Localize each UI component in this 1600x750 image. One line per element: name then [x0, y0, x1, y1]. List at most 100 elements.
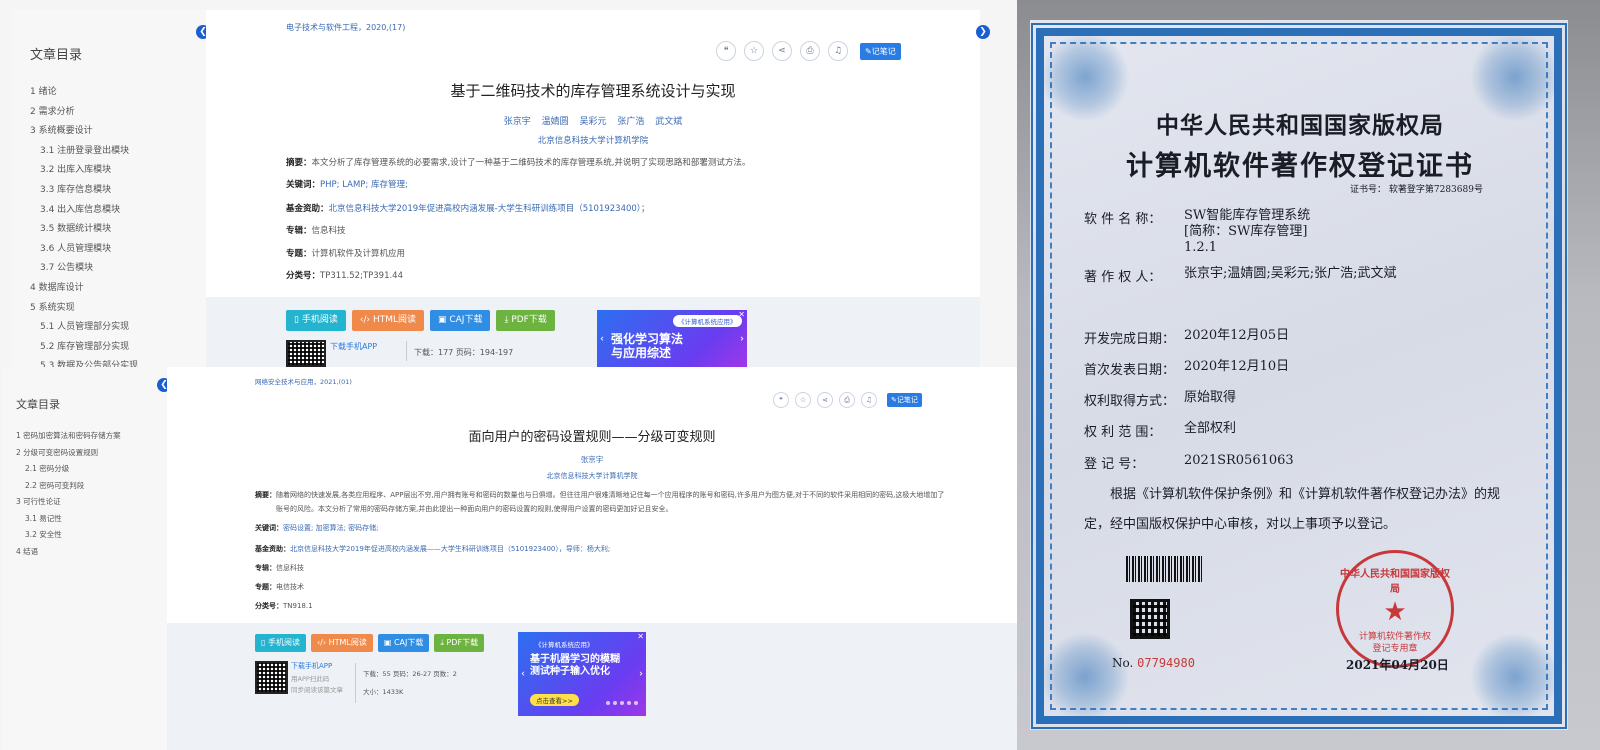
- toc-item[interactable]: 2 分级可变密码设置规则: [16, 445, 121, 462]
- toc-item[interactable]: 3 系统概要设计: [30, 122, 138, 142]
- download-app-link[interactable]: 下载手机APP: [330, 341, 377, 352]
- serial-value: 07794980: [1137, 656, 1195, 670]
- caj-download-button[interactable]: ▣ CAJ下载: [429, 310, 491, 331]
- bell-icon[interactable]: ♫: [861, 392, 877, 408]
- author-list[interactable]: 张京宇: [167, 454, 1017, 465]
- share-icon[interactable]: ⋖: [817, 392, 833, 408]
- fund-label: 基金资助：: [255, 545, 290, 553]
- ad-carousel-dots[interactable]: [606, 701, 638, 705]
- toc-item[interactable]: 3.2 安全性: [16, 527, 121, 544]
- toc-item[interactable]: 3.5 数据统计模块: [30, 220, 138, 240]
- mobile-read-button[interactable]: ▯ 手机阅读: [286, 310, 346, 331]
- topic-row: 专题： 电信技术: [255, 580, 304, 594]
- toc-item[interactable]: 3.6 人员管理模块: [30, 240, 138, 260]
- star-icon[interactable]: ☆: [744, 41, 764, 61]
- html-read-label: HTML阅读: [372, 315, 416, 325]
- ad-view-button[interactable]: 点击查看>>: [530, 694, 579, 706]
- share-icon[interactable]: ⋖: [772, 41, 792, 61]
- toc-item[interactable]: 4 数据库设计: [30, 279, 138, 299]
- keywords-value[interactable]: 密码设置; 加密算法; 密码存储;: [283, 521, 379, 535]
- toc-item[interactable]: 2.2 密码可变判段: [16, 478, 121, 495]
- toc-item[interactable]: 1 密码加密算法和密码存储方案: [16, 428, 121, 445]
- toc-item[interactable]: 3 可行性论证: [16, 494, 121, 511]
- series-value: 信息科技: [276, 564, 304, 572]
- pdf-download-button[interactable]: ⤓ PDF下载: [496, 310, 555, 331]
- take-note-button[interactable]: ✎记笔记: [860, 42, 901, 60]
- download-app-link[interactable]: 下载手机APP: [291, 661, 332, 671]
- article-title: 基于二维码技术的库存管理系统设计与实现: [450, 82, 736, 100]
- affiliation[interactable]: 北京信息科技大学计算机学院: [167, 471, 1017, 481]
- download-area: ▯ 手机阅读 ‹/› HTML阅读 ▣ CAJ下载 ⤓ PDF下载 下载手机AP…: [206, 297, 980, 367]
- toc-item[interactable]: 3.2 出库入库模块: [30, 161, 138, 181]
- toc-item[interactable]: 3.7 公告模块: [30, 259, 138, 279]
- topic-value: 计算机软件及计算机应用: [311, 249, 406, 259]
- toc-item[interactable]: 3.4 出入库信息模块: [30, 201, 138, 221]
- bell-icon[interactable]: ♫: [828, 41, 848, 61]
- keywords-row: 关键词： PHP; LAMP; 库存管理;: [286, 178, 408, 192]
- download-stats-line: 下载：55 页码：26-27 页数：2: [363, 670, 457, 678]
- series-row: 专辑： 信息科技: [255, 561, 304, 575]
- star-icon[interactable]: ☆: [795, 392, 811, 408]
- author-list[interactable]: 张京宇 温婧圆 吴彩元 张广浩 武文斌: [206, 114, 980, 127]
- article-toolbar: ❝ ☆ ⋖ ⎙ ♫ ✎记笔记: [716, 41, 901, 61]
- toc-item[interactable]: 2.1 密码分级: [16, 461, 121, 478]
- stats-divider: [355, 663, 356, 703]
- topic-label: 专题：: [286, 249, 312, 259]
- toc-item[interactable]: 4 结语: [16, 544, 121, 561]
- series-label: 专辑：: [286, 226, 312, 236]
- toc-item[interactable]: 3.3 库存信息模块: [30, 181, 138, 201]
- abstract-label: 摘要：: [286, 158, 312, 168]
- abstract-row: 摘要： 随着网络的快速发展,各类应用程序、APP层出不穷,用户拥有账号和密码的数…: [255, 488, 946, 516]
- keywords-value[interactable]: PHP; LAMP; 库存管理;: [320, 178, 408, 192]
- pdf-download-button[interactable]: ⤓ PDF下载: [434, 634, 485, 652]
- toc-item[interactable]: 5.3 数据及公告部分实现: [30, 357, 138, 367]
- toc-item[interactable]: 1 绪论: [30, 83, 138, 103]
- certificate-qr-code: [1130, 599, 1170, 639]
- toc-item[interactable]: 5 系统实现: [30, 299, 138, 319]
- seal-star-icon: ★: [1383, 597, 1407, 627]
- app-scan-hint: 用APP扫此码 同步阅读该篇文章: [291, 675, 343, 694]
- toc-item[interactable]: 5.2 库存管理部分实现: [30, 338, 138, 358]
- issuing-authority: 中华人民共和国国家版权局: [1156, 112, 1444, 139]
- mobile-read-button[interactable]: ▯ 手机阅读: [255, 634, 306, 652]
- html-read-button[interactable]: ‹/› HTML阅读: [310, 634, 373, 652]
- quote-icon[interactable]: ❝: [716, 41, 736, 61]
- affiliation[interactable]: 北京信息科技大学计算机学院: [206, 134, 980, 146]
- quote-icon[interactable]: ❝: [773, 392, 789, 408]
- ad-prev-icon[interactable]: ‹: [600, 333, 604, 344]
- fund-value[interactable]: 北京信息科技大学2019年促进高校内涵发展-大学生科研训练项目（51019234…: [329, 202, 650, 216]
- mobile-read-label: 手机阅读: [267, 638, 300, 647]
- certificate-heading: 计算机软件著作权登记证书: [1126, 151, 1474, 182]
- file-size: 大小：1433K: [363, 688, 404, 696]
- close-icon[interactable]: ✕: [738, 310, 745, 319]
- html-read-button[interactable]: ‹/› HTML阅读: [351, 310, 424, 331]
- software-name-row: 软 件 名 称： SW智能库存管理系统 [简称：SW库存管理] 1.2.1: [1084, 208, 1310, 256]
- topic-value: 电信技术: [276, 583, 304, 591]
- toc-item[interactable]: 2 需求分析: [30, 103, 138, 123]
- take-note-button[interactable]: ✎记笔记: [887, 393, 922, 407]
- toc-item[interactable]: 3.1 注册登录登出模块: [30, 142, 138, 162]
- journal-source[interactable]: 电子技术与软件工程，2020,(17): [286, 22, 405, 33]
- toc-item[interactable]: 3.1 易记性: [16, 511, 121, 528]
- table-of-contents: 文章目录 1 绪论 2 需求分析 3 系统概要设计 3.1 注册登录登出模块 3.2 出…: [12, 10, 206, 367]
- topic-row: 专题： 计算机软件及计算机应用: [286, 247, 405, 261]
- print-icon[interactable]: ⎙: [839, 392, 855, 408]
- caj-download-button[interactable]: ▣ CAJ下载: [377, 634, 430, 652]
- close-icon[interactable]: ✕: [637, 632, 644, 641]
- journal-source[interactable]: 网络安全技术与应用，2021,(01): [255, 376, 352, 386]
- ad-next-icon[interactable]: ›: [639, 669, 643, 680]
- next-arrow-icon[interactable]: ❯: [976, 25, 990, 39]
- fund-value[interactable]: 北京信息科技大学2019年促进高校内涵发展——大学生科研训练项目（5101923…: [290, 542, 610, 556]
- ad-prev-icon[interactable]: ‹: [521, 669, 525, 680]
- download-buttons: ▯ 手机阅读 ‹/› HTML阅读 ▣ CAJ下载 ⤓ PDF下载: [286, 310, 555, 331]
- journal-ad-banner[interactable]: 《计算机系统应用》 ✕ 强化学习算法 与应用综述 ‹ ›: [597, 310, 747, 367]
- pdf-download-label: PDF下载: [446, 638, 479, 647]
- class-label: 分类号：: [255, 602, 283, 610]
- keywords-row: 关键词： 密码设置; 加密算法; 密码存储;: [255, 521, 379, 535]
- abstract-text: 随着网络的快速发展,各类应用程序、APP层出不穷,用户拥有账号和密码的数量也与日…: [276, 491, 945, 513]
- print-icon[interactable]: ⎙: [800, 41, 820, 61]
- owner-value: 张京宇;温婧圆;吴彩元;张广浩;武文斌: [1184, 266, 1397, 281]
- ad-next-icon[interactable]: ›: [740, 333, 744, 344]
- journal-ad-banner[interactable]: 《计算机系统应用》 ✕ 基于机器学习的模糊 测试种子输入优化 ‹ › 点击查看>…: [518, 632, 646, 716]
- toc-item[interactable]: 5.1 人员管理部分实现: [30, 318, 138, 338]
